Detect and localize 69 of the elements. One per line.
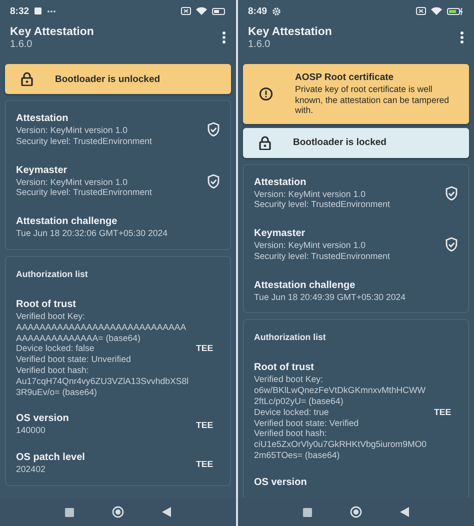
- item-detail: Security level: TrustedEnvironment: [254, 250, 391, 262]
- security-level-label: TEE: [196, 343, 214, 354]
- home-icon[interactable]: [112, 506, 124, 518]
- wifi-icon: [196, 7, 207, 15]
- security-level-label: TEE: [196, 420, 214, 430]
- item-title: Root of trust: [254, 362, 315, 374]
- item-detail: Verified boot state: Unverified: [16, 354, 132, 365]
- verified-shield-icon: [207, 174, 220, 189]
- sim-icon: [181, 7, 191, 15]
- security-level-label: TEE: [196, 458, 214, 469]
- notification-icon: [34, 7, 42, 15]
- verified-shield-icon: [207, 122, 220, 138]
- item-title: Keymaster: [16, 164, 68, 176]
- sim-icon: [416, 7, 426, 15]
- item-title: Attestation: [16, 113, 70, 124]
- banner-title: Bootloader is locked: [293, 137, 386, 148]
- item-detail: Version: KeyMint version 1.0: [16, 125, 128, 136]
- item-title: Keymaster: [254, 228, 306, 240]
- verified-shield-icon: [445, 186, 458, 201]
- app-version: 1.6.0: [10, 39, 34, 50]
- security-level-label: TEE: [434, 406, 452, 417]
- item-title: Attestation: [254, 176, 308, 188]
- item-detail: 140000: [16, 425, 46, 436]
- lock-icon: [259, 136, 271, 150]
- item-detail: Verified boot hash: Au17cqH74Qnr4vy6ZU3VZlA13SvvhdbXS8l3R9uEv/o= (base64): [16, 364, 190, 398]
- item-title: OS version: [16, 413, 70, 424]
- lock-icon: [21, 72, 33, 86]
- item-detail: Security level: TrustedEnvironment: [16, 187, 153, 198]
- banner-title: Bootloader is unlocked: [55, 74, 160, 84]
- item-title: OS patch level: [16, 452, 86, 464]
- recents-icon[interactable]: [65, 508, 74, 516]
- item-detail: Device locked: true: [254, 406, 330, 418]
- item-detail: Security level: TrustedEnvironment: [254, 199, 391, 210]
- menu-icon[interactable]: [222, 31, 226, 44]
- home-icon[interactable]: [350, 506, 362, 518]
- item-detail: Verified boot state: Verified: [254, 418, 360, 428]
- section-heading: Authorization list: [16, 268, 89, 279]
- banner-text: Private key of root certificate is well known, the attestation can be tampered with.: [295, 84, 450, 116]
- item-title: Root of trust: [16, 298, 77, 310]
- alert-icon: [259, 86, 273, 101]
- section-heading: Authorization list: [254, 332, 327, 342]
- menu-icon[interactable]: [460, 31, 464, 44]
- app-title: Key Attestation: [248, 26, 332, 38]
- item-detail: Version: KeyMint version 1.0: [254, 240, 366, 251]
- more-notifications-icon: [47, 10, 56, 12]
- settings-icon: [272, 6, 282, 16]
- item-title: Attestation challenge: [254, 280, 356, 291]
- item-detail: Version: KeyMint version 1.0: [16, 176, 128, 188]
- item-detail: Version: KeyMint version 1.0: [254, 188, 366, 200]
- item-detail: Verified boot Key: o6w/BKlLwQnezFeVtDkGKmnxvMthHCWW2ftLc/p02yU= (base64): [254, 374, 427, 407]
- item-detail: Device locked: false: [16, 343, 96, 354]
- banner-title: AOSP Root certificate: [295, 72, 395, 83]
- item-detail: Verified boot Key: AAAAAAAAAAAAAAAAAAAAAAAAAAAAAAAAAAAAAAAAAAA= (base64): [16, 310, 188, 344]
- item-detail: Tue Jun 18 20:49:39 GMT+05:30 2024: [254, 292, 407, 302]
- item-detail: Tue Jun 18 20:32:06 GMT+05:30 2024: [16, 228, 169, 239]
- status-time: 8:49: [248, 6, 268, 16]
- wifi-icon: [431, 7, 442, 15]
- status-time: 8:32: [10, 6, 30, 16]
- back-icon[interactable]: [400, 507, 409, 517]
- item-detail: Security level: TrustedEnvironment: [16, 136, 153, 147]
- verified-shield-icon: [445, 237, 458, 252]
- app-version: 1.6.0: [248, 39, 272, 50]
- item-detail: Verified boot hash: ciU1e5ZxOrVly0u7GkRHKtVbg5iurom9MO02m65TOes= (base64): [254, 428, 428, 461]
- back-icon[interactable]: [162, 507, 171, 517]
- item-detail: 202402: [16, 464, 46, 475]
- item-title: OS version: [254, 476, 308, 488]
- recents-icon[interactable]: [303, 508, 312, 516]
- app-title: Key Attestation: [10, 26, 94, 38]
- item-title: Attestation challenge: [16, 216, 118, 228]
